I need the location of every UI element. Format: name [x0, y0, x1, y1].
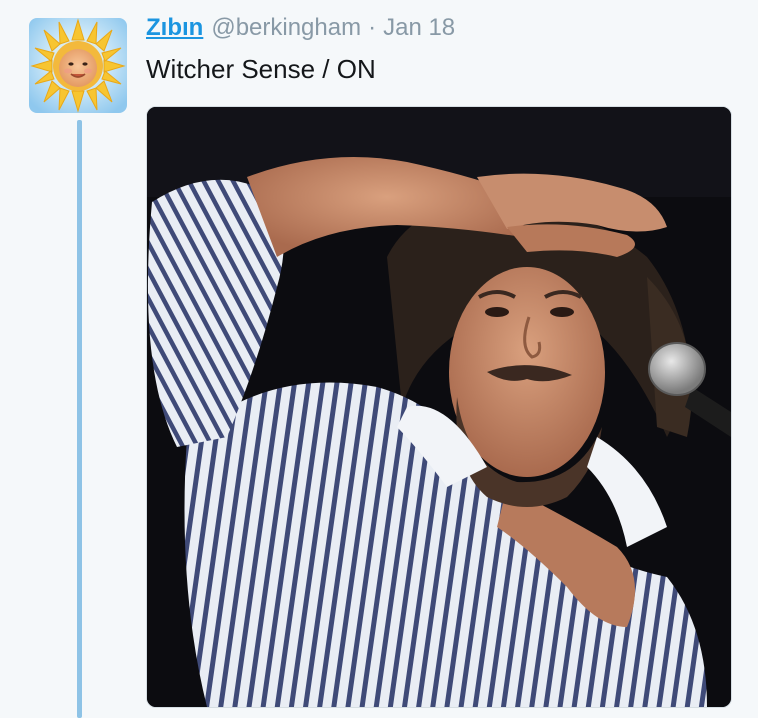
photo-image: [147, 107, 731, 707]
tweet-media-photo[interactable]: [146, 106, 732, 708]
username-handle[interactable]: @berkingham: [211, 14, 361, 42]
tweet-header: Zıbın @berkingham · Jan 18: [146, 14, 455, 48]
separator-dot: ·: [368, 14, 377, 41]
tweet[interactable]: Zıbın @berkingham · Jan 18 Witcher Sense…: [0, 0, 758, 718]
display-name-link[interactable]: Zıbın: [146, 14, 203, 42]
avatar[interactable]: [29, 18, 127, 113]
sun-baby-avatar-icon: [29, 18, 127, 113]
timestamp-link[interactable]: Jan 18: [383, 14, 455, 42]
thread-line: [77, 120, 82, 718]
tweet-text: Witcher Sense / ON: [146, 54, 376, 84]
